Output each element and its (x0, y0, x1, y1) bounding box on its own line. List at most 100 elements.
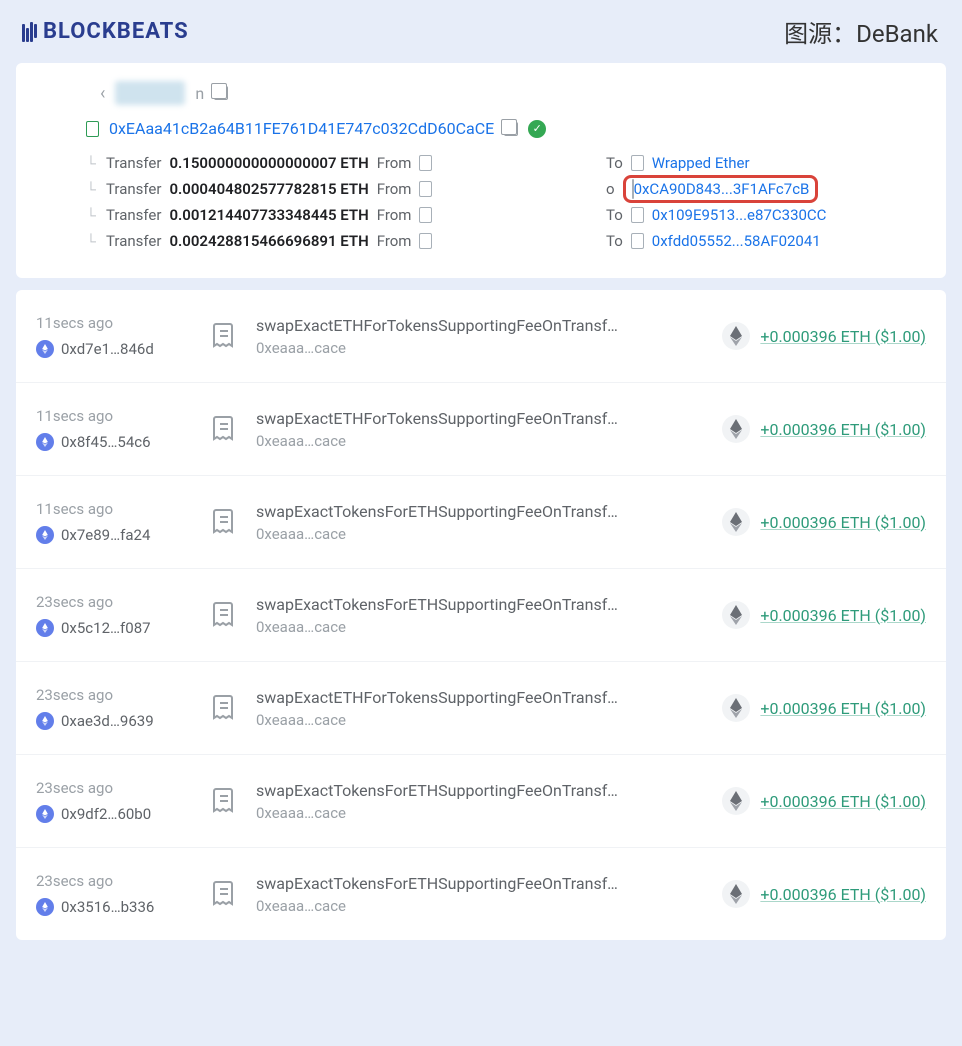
tx-hash-link[interactable]: 0xae3d…9639 (61, 712, 154, 730)
tx-hash-link[interactable]: 0x3516…b336 (61, 898, 154, 916)
tx-row[interactable]: 23secs ago 0xae3d…9639 swapExactETHForTo… (16, 662, 946, 755)
transfer-dest-link[interactable]: Wrapped Ether (652, 154, 750, 172)
transfer-dest-link[interactable]: 0xCA90D843...3F1AFc7cB (634, 180, 810, 198)
dest-doc-icon (631, 155, 644, 171)
tx-mid-col: swapExactTokensForETHSupportingFeeOnTran… (256, 595, 722, 636)
tx-mid-col: swapExactETHForTokensSupportingFeeOnTran… (256, 409, 722, 450)
back-icon[interactable]: ‹ (100, 83, 105, 104)
to-label: To (606, 232, 623, 250)
eth-token-icon (722, 508, 750, 536)
tx-contract: 0xeaaa…cace (256, 339, 722, 357)
tx-row[interactable]: 23secs ago 0x9df2…60b0 swapExactTokensFo… (16, 755, 946, 848)
tx-hash-line: 0x5c12…f087 (36, 619, 206, 637)
tx-mid-col: swapExactTokensForETHSupportingFeeOnTran… (256, 874, 722, 915)
transfer-dest-link[interactable]: 0xfdd05552...58AF02041 (652, 232, 821, 250)
tx-hash-line: 0xd7e1…846d (36, 340, 206, 358)
tx-mid-col: swapExactTokensForETHSupportingFeeOnTran… (256, 502, 722, 543)
transfer-amount: 0.150000000000000007 ETH (169, 154, 368, 172)
chain-badge-icon (36, 433, 54, 451)
tree-connector-icon: └ (86, 233, 98, 250)
tx-method: swapExactETHForTokensSupportingFeeOnTran… (256, 688, 626, 707)
tx-method: swapExactETHForTokensSupportingFeeOnTran… (256, 409, 626, 428)
chain-badge-icon (36, 619, 54, 637)
dest-doc-icon (632, 179, 634, 199)
copy-address-icon[interactable] (504, 122, 518, 136)
logo-mark-icon (22, 22, 37, 42)
tx-left-col: 11secs ago 0x8f45…54c6 (36, 407, 206, 451)
tx-value: +0.000396 ETH ($1.00) (760, 513, 926, 532)
tx-hash-link[interactable]: 0x5c12…f087 (61, 619, 151, 637)
tx-row[interactable]: 23secs ago 0x3516…b336 swapExactTokensFo… (16, 848, 946, 940)
tx-hash-link[interactable]: 0x7e89…fa24 (61, 526, 150, 544)
tx-hash-link[interactable]: 0x9df2…60b0 (61, 805, 151, 823)
transfer-dest: o 0xCA90D843...3F1AFc7cB (606, 175, 818, 203)
tx-value: +0.000396 ETH ($1.00) (760, 606, 926, 625)
tx-left-col: 11secs ago 0xd7e1…846d (36, 314, 206, 358)
tx-left-col: 23secs ago 0xae3d…9639 (36, 686, 206, 730)
from-doc-icon (419, 155, 432, 171)
transfer-amount: 0.001214407733348445 ETH (169, 206, 368, 224)
tx-method: swapExactTokensForETHSupportingFeeOnTran… (256, 781, 626, 800)
tx-left-col: 23secs ago 0x9df2…60b0 (36, 779, 206, 823)
eth-token-icon (722, 322, 750, 350)
tx-hash-line: 0xae3d…9639 (36, 712, 206, 730)
receipt-icon (206, 597, 242, 633)
tx-row[interactable]: 23secs ago 0x5c12…f087 swapExactTokensFo… (16, 569, 946, 662)
tx-row[interactable]: 11secs ago 0x8f45…54c6 swapExactETHForTo… (16, 383, 946, 476)
to-label: To (606, 154, 623, 172)
tx-value: +0.000396 ETH ($1.00) (760, 699, 926, 718)
logo-text: BLOCKBEATS (43, 19, 189, 44)
transfer-dest: To 0xfdd05552...58AF02041 (606, 232, 821, 250)
contract-doc-icon (86, 121, 99, 137)
tx-method: swapExactTokensForETHSupportingFeeOnTran… (256, 874, 626, 893)
tx-value: +0.000396 ETH ($1.00) (760, 792, 926, 811)
receipt-icon (206, 690, 242, 726)
tx-contract: 0xeaaa…cace (256, 618, 722, 636)
from-doc-icon (419, 207, 432, 223)
tx-hash-line: 0x3516…b336 (36, 898, 206, 916)
header-bar: BLOCKBEATS 图源：DeBank (0, 0, 962, 63)
logo: BLOCKBEATS (22, 19, 189, 44)
copy-icon[interactable] (214, 86, 228, 100)
transfer-dest-link[interactable]: 0x109E9513...e87C330CC (652, 206, 827, 224)
transfer-line: └ Transfer 0.150000000000000007 ETH From… (86, 150, 924, 176)
chain-badge-icon (36, 898, 54, 916)
tree-connector-icon: └ (86, 207, 98, 224)
tx-hash-line: 0x7e89…fa24 (36, 526, 206, 544)
tx-method: swapExactETHForTokensSupportingFeeOnTran… (256, 316, 626, 335)
tx-right-col: +0.000396 ETH ($1.00) (722, 415, 926, 443)
from-label: From (377, 232, 412, 250)
tx-hash-line: 0x9df2…60b0 (36, 805, 206, 823)
dest-doc-icon (631, 233, 644, 249)
top-row: ‹ n (86, 81, 924, 105)
transfer-label: Transfer (106, 232, 161, 250)
transfer-label: Transfer (106, 206, 161, 224)
transfer-dest: To Wrapped Ether (606, 154, 750, 172)
tx-hash-link[interactable]: 0x8f45…54c6 (61, 433, 151, 451)
tx-right-col: +0.000396 ETH ($1.00) (722, 508, 926, 536)
tx-hash-line: 0x8f45…54c6 (36, 433, 206, 451)
contract-address-link[interactable]: 0xEAaa41cB2a64B11FE761D41E747c032CdD60Ca… (109, 119, 494, 138)
eth-token-icon (722, 880, 750, 908)
transfer-label: Transfer (106, 154, 161, 172)
tx-mid-col: swapExactETHForTokensSupportingFeeOnTran… (256, 316, 722, 357)
eth-token-icon (722, 694, 750, 722)
tx-row[interactable]: 11secs ago 0x7e89…fa24 swapExactTokensFo… (16, 476, 946, 569)
tx-timestamp: 11secs ago (36, 407, 206, 425)
transaction-list: 11secs ago 0xd7e1…846d swapExactETHForTo… (16, 290, 946, 940)
eth-token-icon (722, 601, 750, 629)
tx-timestamp: 11secs ago (36, 500, 206, 518)
contract-address-row: 0xEAaa41cB2a64B11FE761D41E747c032CdD60Ca… (86, 119, 924, 138)
to-label: o (606, 180, 615, 198)
source-label: 图源：DeBank (784, 14, 938, 49)
dest-doc-icon (631, 207, 644, 223)
tx-right-col: +0.000396 ETH ($1.00) (722, 322, 926, 350)
receipt-icon (206, 783, 242, 819)
eth-token-icon (722, 787, 750, 815)
tx-hash-link[interactable]: 0xd7e1…846d (61, 340, 154, 358)
from-doc-icon (419, 233, 432, 249)
transfer-amount: 0.002428815466696891 ETH (169, 232, 368, 250)
to-label: To (606, 206, 623, 224)
from-label: From (377, 154, 412, 172)
tx-row[interactable]: 11secs ago 0xd7e1…846d swapExactETHForTo… (16, 290, 946, 383)
